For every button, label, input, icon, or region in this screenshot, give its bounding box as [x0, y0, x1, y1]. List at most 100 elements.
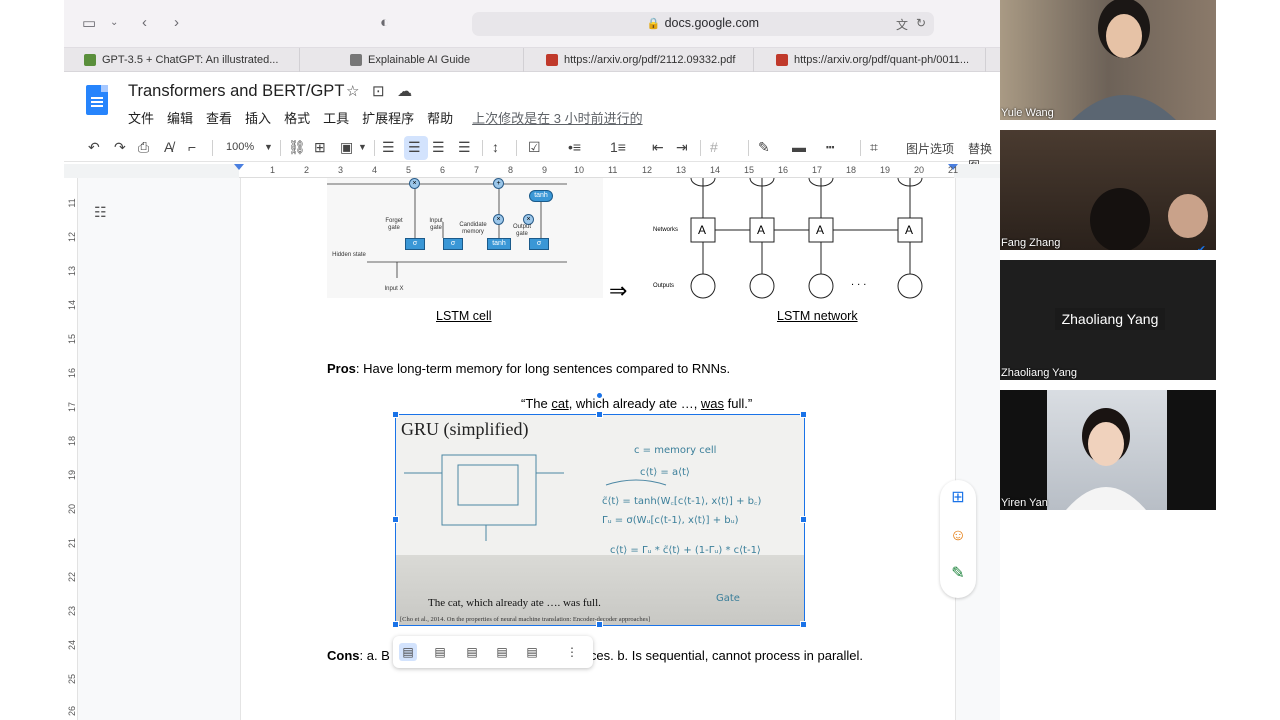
menu-insert[interactable]: 插入 — [245, 108, 271, 127]
align-left-icon[interactable]: ☰ — [382, 139, 395, 156]
comment-icon[interactable]: ⊞ — [314, 139, 326, 156]
sidebar-toggle-icon[interactable]: ▭ — [82, 14, 96, 32]
image-layout-toolbar: ▤ ▤ ▤ ▤ ▤ ⋮ — [393, 636, 593, 668]
resize-handle[interactable] — [392, 516, 399, 523]
cloud-status-icon[interactable]: ☁ — [397, 83, 412, 100]
menu-help[interactable]: 帮助 — [427, 108, 453, 127]
image-options-button[interactable]: 图片选项 — [906, 140, 954, 157]
horizontal-ruler[interactable]: 1 2 3 4 5 6 7 8 9 10 11 12 13 14 15 16 1… — [64, 164, 1000, 178]
align-right-icon[interactable]: ☰ — [432, 139, 445, 156]
menu-format[interactable]: 格式 — [284, 108, 310, 127]
lstm-cell-diagram[interactable]: × + × × tanh σ σ tanh σ Forget gate Inpu… — [327, 178, 603, 298]
chevron-down-icon[interactable]: ▼ — [264, 142, 273, 152]
border-color-icon[interactable]: ✎ — [758, 139, 770, 156]
chevron-down-icon[interactable]: ▼ — [358, 142, 367, 152]
align-center-icon[interactable]: ☰ — [408, 139, 421, 156]
increase-indent-icon[interactable]: ⇥ — [676, 139, 688, 156]
forward-icon[interactable]: › — [174, 14, 179, 31]
back-icon[interactable]: ‹ — [142, 14, 147, 31]
participant-tile[interactable]: Yiren Yan — [1000, 390, 1216, 510]
tab-2[interactable]: Explainable AI Guide — [340, 48, 524, 72]
print-icon[interactable]: ⎙ — [138, 139, 149, 156]
border-dash-icon[interactable]: ┅ — [826, 139, 834, 156]
inline-wrap-icon[interactable]: ▤ — [399, 643, 417, 661]
lstm-network-diagram[interactable]: A A A A Networks Outputs . . . — [649, 178, 939, 302]
hidden-state-label: Hidden state — [332, 252, 366, 258]
wrap-text-icon[interactable]: ▤ — [431, 643, 449, 661]
resize-handle[interactable] — [596, 621, 603, 628]
resize-handle[interactable] — [596, 411, 603, 418]
participant-tile[interactable]: Yule Wang — [1000, 0, 1216, 120]
undo-icon[interactable]: ↶ — [88, 139, 100, 156]
break-text-icon[interactable]: ▤ — [463, 643, 481, 661]
avatar — [1066, 408, 1146, 510]
tab-label: https://arxiv.org/pdf/quant-ph/0011... — [794, 54, 970, 66]
suggest-edit-icon[interactable]: ✎ — [948, 564, 968, 584]
resize-handle[interactable] — [800, 516, 807, 523]
input-gate-box: σ — [443, 238, 463, 250]
cons-text: ces. b. Is sequential, cannot process in… — [589, 648, 864, 663]
gru-image[interactable]: GRU (simplified) c = memory cell c⟨t⟩ = … — [396, 415, 804, 625]
example-quote[interactable]: “The cat, which already ate …, was full.… — [521, 396, 752, 411]
behind-text-icon[interactable]: ▤ — [493, 643, 511, 661]
numbered-list-icon[interactable]: 1≡ — [610, 139, 626, 155]
docs-logo-icon[interactable] — [86, 85, 108, 115]
more-options-icon[interactable]: ⋮ — [563, 643, 581, 661]
menu-edit[interactable]: 编辑 — [167, 108, 193, 127]
checklist-icon[interactable]: ☑ — [528, 139, 541, 156]
line-spacing-icon[interactable]: ↕ — [492, 139, 499, 155]
left-indent-marker[interactable] — [234, 164, 244, 170]
reload-icon[interactable]: ↻ — [916, 16, 926, 30]
resize-handle[interactable] — [800, 411, 807, 418]
add-comment-icon[interactable]: ⊞ — [948, 488, 968, 508]
document-outline-icon[interactable]: ☷ — [94, 204, 112, 220]
resize-handle[interactable] — [392, 621, 399, 628]
network-node: A — [905, 223, 914, 237]
in-front-text-icon[interactable]: ▤ — [523, 643, 541, 661]
quote-part: full.” — [724, 396, 753, 411]
crop-icon[interactable]: ⌗ — [870, 139, 878, 156]
resize-handle[interactable] — [392, 411, 399, 418]
tab-1[interactable]: GPT-3.5 + ChatGPT: An illustrated... — [74, 48, 300, 72]
bullet-list-icon[interactable]: •≡ — [568, 139, 581, 155]
menu-extensions[interactable]: 扩展程序 — [362, 108, 414, 127]
paint-format-icon[interactable]: ⌐ — [188, 139, 196, 155]
network-node: A — [698, 223, 707, 237]
participant-tile[interactable]: Fang Zhang ✔ — [1000, 130, 1216, 250]
document-page[interactable]: × + × × tanh σ σ tanh σ Forget gate Inpu… — [240, 178, 956, 720]
menu-tools[interactable]: 工具 — [323, 108, 349, 127]
chevron-down-icon[interactable]: ⌄ — [110, 17, 118, 28]
last-edit-link[interactable]: 上次修改是在 3 小时前进行的 — [472, 108, 642, 127]
table-icon[interactable]: # — [710, 139, 718, 155]
tab-favicon-icon — [546, 54, 558, 66]
tab-4[interactable]: https://arxiv.org/pdf/quant-ph/0011... — [766, 48, 986, 72]
insert-image-icon[interactable]: ▣ — [340, 139, 353, 156]
translate-icon[interactable]: 文 — [896, 16, 908, 33]
shield-icon[interactable]: ◐ — [380, 14, 389, 31]
emoji-reaction-icon[interactable]: ☺ — [948, 526, 968, 546]
spellcheck-icon[interactable]: A̸ — [164, 139, 173, 155]
pros-paragraph[interactable]: Pros: Have long-term memory for long sen… — [327, 361, 730, 376]
gru-caption: The cat, which already ate …. was full. — [428, 597, 601, 609]
quote-part: “The — [521, 396, 552, 411]
menu-view[interactable]: 查看 — [206, 108, 232, 127]
redo-icon[interactable]: ↷ — [114, 139, 126, 156]
resize-handle[interactable] — [800, 621, 807, 628]
side-actions: ⊞ ☺ ✎ — [940, 480, 976, 598]
document-title[interactable]: Transformers and BERT/GPT — [128, 82, 344, 101]
vertical-ruler[interactable]: 11 12 13 14 15 16 17 18 19 20 21 22 23 2… — [64, 178, 78, 720]
menu-file[interactable]: 文件 — [128, 108, 154, 127]
lstm-network-lines — [690, 178, 923, 299]
star-icon[interactable]: ☆ — [346, 83, 359, 100]
zoom-select[interactable]: 100% — [226, 141, 254, 153]
gru-gate-note: Gate — [716, 593, 740, 604]
border-width-icon[interactable]: ▬ — [792, 139, 806, 155]
decrease-indent-icon[interactable]: ⇤ — [652, 139, 664, 156]
justify-icon[interactable]: ☰ — [458, 139, 471, 156]
participant-tile[interactable]: Zhaoliang Yang Zhaoliang Yang — [1000, 260, 1216, 380]
link-icon[interactable]: ⛓ — [288, 139, 306, 156]
tab-3[interactable]: https://arxiv.org/pdf/2112.09332.pdf — [536, 48, 754, 72]
rotate-handle[interactable] — [596, 392, 603, 399]
address-bar[interactable]: 🔒 docs.google.com 文 ↻ — [472, 12, 934, 36]
move-folder-icon[interactable]: ⊡ — [372, 83, 385, 100]
